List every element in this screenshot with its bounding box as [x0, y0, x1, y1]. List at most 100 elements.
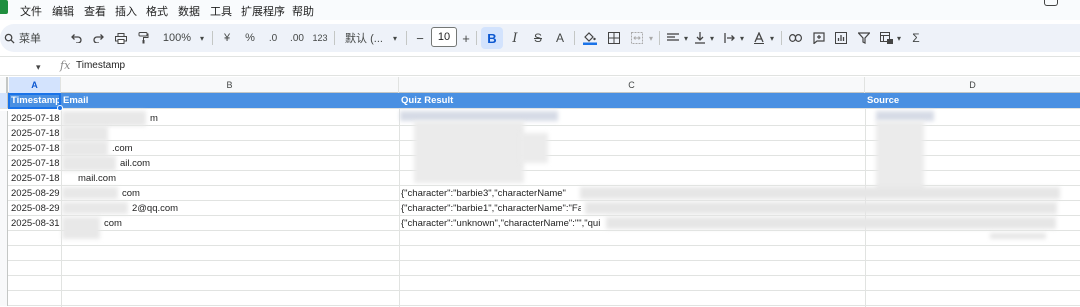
fill-color-icon[interactable] — [581, 28, 599, 48]
currency-format-button[interactable]: ¥ — [220, 28, 234, 48]
decrease-decimal-button[interactable]: .0 — [265, 28, 281, 48]
increase-decimal-button[interactable]: .00 — [287, 28, 307, 48]
redacted-area — [876, 111, 934, 121]
merge-cells-icon[interactable] — [629, 28, 645, 48]
font-family-select[interactable]: 默认 (... — [342, 28, 386, 48]
timestamp-cell[interactable]: 2025-07-18 — [9, 171, 61, 186]
fill-handle[interactable] — [57, 105, 63, 111]
timestamp-cell[interactable]: 2025-07-18 — [9, 126, 61, 141]
redo-icon[interactable] — [91, 28, 107, 48]
timestamp-cell[interactable]: 2025-08-29 — [9, 201, 61, 216]
quiz-result-cell[interactable]: {"character":"unknown","characterName":"… — [399, 216, 604, 231]
menu-file[interactable]: 文件 — [20, 3, 42, 19]
menu-help[interactable]: 帮助 — [292, 3, 314, 19]
redacted-area — [606, 217, 1056, 229]
redacted-area — [62, 111, 146, 126]
text-rotation-icon[interactable] — [751, 28, 767, 48]
quiz-result-cell[interactable]: {"character":"barbie1","characterName":"… — [399, 201, 581, 216]
redacted-area — [400, 111, 558, 121]
decrease-font-size-button[interactable]: − — [414, 28, 426, 48]
italic-button[interactable]: I — [508, 28, 522, 48]
fx-icon: fx — [60, 59, 71, 72]
email-cell[interactable]: .com — [110, 141, 360, 156]
email-cell[interactable]: ail.com — [118, 156, 368, 171]
formula-input[interactable]: Timestamp — [76, 60, 125, 71]
zoom-chevron-down-icon[interactable]: ▾ — [197, 28, 207, 48]
column-header-c[interactable]: C — [399, 77, 865, 93]
email-cell[interactable]: m — [148, 111, 398, 126]
select-all-corner[interactable] — [0, 77, 8, 93]
vertical-align-icon[interactable] — [693, 28, 707, 48]
header-cell-source[interactable]: Source — [865, 93, 1080, 109]
align-chevron-down-icon[interactable]: ▾ — [681, 28, 691, 48]
text-wrapping-icon[interactable] — [722, 28, 738, 48]
filter-icon[interactable] — [856, 28, 872, 48]
wrap-chevron-down-icon[interactable]: ▾ — [737, 28, 747, 48]
number-format-button[interactable]: 123 — [311, 28, 329, 48]
timestamp-cell[interactable]: 2025-07-18 — [9, 156, 61, 171]
sheets-logo-icon[interactable] — [0, 0, 8, 14]
merge-chevron-down-icon[interactable]: ▾ — [646, 28, 656, 48]
row-header[interactable] — [0, 111, 8, 126]
font-chevron-down-icon[interactable]: ▾ — [390, 28, 400, 48]
email-cell[interactable]: com — [102, 216, 352, 231]
redacted-area — [520, 133, 548, 163]
row-header[interactable] — [0, 201, 8, 216]
timestamp-cell[interactable]: 2025-07-18 — [9, 141, 61, 156]
quiz-result-cell[interactable]: {"character":"barbie3","characterName" — [399, 186, 579, 201]
row-header[interactable] — [0, 126, 8, 141]
menu-view[interactable]: 查看 — [84, 3, 106, 19]
row-header[interactable] — [0, 156, 8, 171]
print-icon[interactable] — [113, 28, 129, 48]
table-row — [0, 276, 1080, 291]
email-cell[interactable]: 2@qq.com — [130, 201, 380, 216]
row-header[interactable] — [0, 186, 8, 201]
comments-icon[interactable] — [1044, 0, 1058, 6]
timestamp-cell[interactable]: 2025-07-18 — [9, 111, 61, 126]
horizontal-align-icon[interactable] — [665, 28, 681, 48]
insert-link-icon[interactable] — [787, 28, 803, 48]
functions-button[interactable]: Σ — [909, 28, 923, 48]
percent-format-button[interactable]: % — [243, 28, 257, 48]
email-cell[interactable] — [110, 126, 360, 141]
email-cell[interactable]: mail.com — [76, 171, 326, 186]
paint-format-icon[interactable] — [135, 28, 151, 48]
header-cell-email[interactable]: Email — [61, 93, 399, 109]
header-cell-quiz-result[interactable]: Quiz Result — [399, 93, 865, 109]
valign-chevron-down-icon[interactable]: ▾ — [707, 28, 717, 48]
rotation-chevron-down-icon[interactable]: ▾ — [767, 28, 777, 48]
timestamp-cell[interactable]: 2025-08-31 — [9, 216, 61, 231]
row-header[interactable] — [0, 171, 8, 186]
text-color-button[interactable]: A — [553, 28, 567, 48]
search-menus-input[interactable]: 菜单 — [0, 28, 62, 48]
zoom-select[interactable]: 100% — [160, 28, 194, 48]
undo-icon[interactable] — [68, 28, 84, 48]
bold-button[interactable]: B — [481, 27, 503, 49]
email-cell[interactable]: com — [120, 186, 370, 201]
borders-icon[interactable] — [606, 28, 622, 48]
row-header[interactable] — [0, 216, 8, 231]
font-size-input[interactable]: 10 — [431, 27, 457, 47]
row-header[interactable] — [0, 141, 8, 156]
insert-chart-icon[interactable] — [833, 28, 849, 48]
column-header-b[interactable]: B — [61, 77, 399, 93]
increase-font-size-button[interactable]: + — [460, 28, 472, 48]
header-cell-timestamp[interactable]: Timestamp — [9, 93, 61, 109]
timestamp-cell[interactable]: 2025-08-29 — [9, 186, 61, 201]
redacted-area — [876, 121, 924, 193]
menu-tools[interactable]: 工具 — [210, 3, 232, 19]
menu-data[interactable]: 数据 — [178, 3, 200, 19]
strikethrough-button[interactable]: S — [531, 28, 545, 48]
menu-insert[interactable]: 插入 — [115, 3, 137, 19]
column-header-d[interactable]: D — [865, 77, 1080, 93]
menu-edit[interactable]: 编辑 — [52, 3, 74, 19]
search-icon — [4, 33, 15, 44]
row-header[interactable] — [0, 93, 8, 108]
menu-extensions[interactable]: 扩展程序 — [241, 3, 285, 19]
column-header-a[interactable]: A — [9, 77, 61, 93]
filter-views-icon[interactable] — [878, 28, 894, 48]
filter-views-chevron-down-icon[interactable]: ▾ — [894, 28, 904, 48]
insert-comment-icon[interactable] — [811, 28, 827, 48]
menu-format[interactable]: 格式 — [146, 3, 168, 19]
name-box-chevron-down-icon[interactable]: ▾ — [36, 62, 41, 73]
